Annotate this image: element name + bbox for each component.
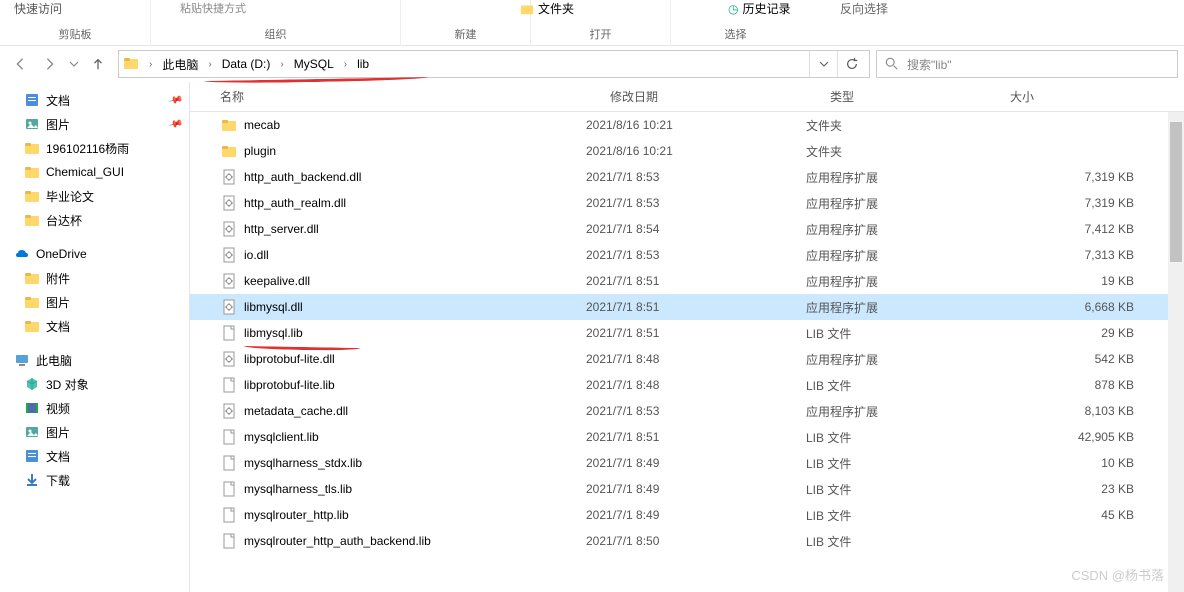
ribbon-invert-label[interactable]: 反向选择	[840, 2, 888, 16]
file-row[interactable]: http_server.dll2021/7/1 8:54应用程序扩展7,412 …	[190, 216, 1184, 242]
crumb-thispc[interactable]: 此电脑	[158, 54, 202, 75]
folder-icon	[220, 116, 238, 134]
lib-icon	[220, 480, 238, 498]
refresh-button[interactable]	[837, 51, 865, 77]
ribbon-select-label: 选择	[725, 26, 747, 46]
sidebar-item[interactable]: 下载	[0, 468, 189, 492]
dll-icon	[220, 246, 238, 264]
file-row[interactable]: mecab2021/8/16 10:21文件夹	[190, 112, 1184, 138]
file-row[interactable]: mysqlharness_stdx.lib2021/7/1 8:49LIB 文件…	[190, 450, 1184, 476]
col-date[interactable]: 修改日期	[610, 88, 830, 105]
sidebar-item[interactable]: 视频	[0, 396, 189, 420]
file-row[interactable]: http_auth_backend.dll2021/7/1 8:53应用程序扩展…	[190, 164, 1184, 190]
pin-icon: 📌	[167, 116, 183, 132]
search-placeholder: 搜索"lib"	[907, 56, 952, 73]
quick-access-label: 快速访问	[14, 0, 62, 17]
chevron-icon[interactable]: ›	[274, 59, 289, 70]
address-bar[interactable]: › 此电脑 › Data (D:) › MySQL › lib	[118, 50, 870, 78]
ribbon-folder-label[interactable]: 文件夹	[538, 0, 574, 17]
back-button[interactable]	[6, 50, 34, 78]
file-row[interactable]: libmysql.dll2021/7/1 8:51应用程序扩展6,668 KB	[190, 294, 1184, 320]
file-row[interactable]: io.dll2021/7/1 8:53应用程序扩展7,313 KB	[190, 242, 1184, 268]
file-row[interactable]: http_auth_realm.dll2021/7/1 8:53应用程序扩展7,…	[190, 190, 1184, 216]
dll-icon	[220, 350, 238, 368]
chevron-icon[interactable]: ›	[143, 59, 158, 70]
ribbon: 粘贴快捷方式剪贴板 组织 文件夹新建 ◷历史记录打开 反向选择选择	[0, 0, 1184, 46]
lib-icon	[220, 506, 238, 524]
dll-icon	[220, 402, 238, 420]
crumb-lib[interactable]: lib	[353, 55, 373, 73]
crumb-drive[interactable]: Data (D:)	[218, 55, 275, 73]
ribbon-organize-label: 组织	[265, 26, 287, 46]
sidebar-item[interactable]: 图片	[0, 420, 189, 444]
file-row[interactable]: mysqlrouter_http_auth_backend.lib2021/7/…	[190, 528, 1184, 554]
file-list: mecab2021/8/16 10:21文件夹plugin2021/8/16 1…	[190, 112, 1184, 592]
shortcut-label: 粘贴快捷方式	[180, 0, 246, 20]
sidebar-item[interactable]: 文档	[0, 444, 189, 468]
search-icon	[885, 57, 899, 71]
ribbon-new-label: 新建	[455, 26, 477, 46]
dll-icon	[220, 168, 238, 186]
sidebar-item[interactable]: 附件	[0, 266, 189, 290]
sidebar-item[interactable]: 图片	[0, 290, 189, 314]
sidebar-onedrive[interactable]: OneDrive	[0, 242, 189, 266]
file-row[interactable]: keepalive.dll2021/7/1 8:51应用程序扩展19 KB	[190, 268, 1184, 294]
dll-icon	[220, 298, 238, 316]
nav-bar: › 此电脑 › Data (D:) › MySQL › lib 搜索"lib"	[0, 46, 1184, 82]
lib-icon	[220, 324, 238, 342]
lib-icon	[220, 376, 238, 394]
sidebar-item[interactable]: 196102116杨雨	[0, 136, 189, 160]
up-button[interactable]	[84, 50, 112, 78]
sidebar-item[interactable]: 文档📌	[0, 88, 189, 112]
lib-icon	[220, 454, 238, 472]
file-row[interactable]: libprotobuf-lite.dll2021/7/1 8:48应用程序扩展5…	[190, 346, 1184, 372]
scrollbar[interactable]	[1168, 112, 1184, 592]
file-row[interactable]: mysqlharness_tls.lib2021/7/1 8:49LIB 文件2…	[190, 476, 1184, 502]
sidebar-item[interactable]: 3D 对象	[0, 372, 189, 396]
file-row[interactable]: libprotobuf-lite.lib2021/7/1 8:48LIB 文件8…	[190, 372, 1184, 398]
file-row[interactable]: metadata_cache.dll2021/7/1 8:53应用程序扩展8,1…	[190, 398, 1184, 424]
crumb-mysql[interactable]: MySQL	[290, 55, 338, 73]
ribbon-clipboard-label: 剪贴板	[59, 26, 92, 46]
folder-icon	[123, 55, 139, 74]
sidebar-item[interactable]: Chemical_GUI	[0, 160, 189, 184]
ribbon-open-label: 打开	[590, 26, 612, 46]
sidebar-item[interactable]: 台达杯	[0, 208, 189, 232]
sidebar: 文档📌图片📌196102116杨雨Chemical_GUI毕业论文台达杯 One…	[0, 82, 190, 592]
sidebar-item[interactable]: 毕业论文	[0, 184, 189, 208]
forward-button[interactable]	[36, 50, 64, 78]
dll-icon	[220, 272, 238, 290]
columns-header: 名称 修改日期 类型 大小	[190, 82, 1184, 112]
dll-icon	[220, 220, 238, 238]
folder-icon	[220, 142, 238, 160]
file-row[interactable]: libmysql.lib2021/7/1 8:51LIB 文件29 KB	[190, 320, 1184, 346]
search-input[interactable]: 搜索"lib"	[876, 50, 1178, 78]
chevron-icon[interactable]: ›	[202, 59, 217, 70]
file-row[interactable]: plugin2021/8/16 10:21文件夹	[190, 138, 1184, 164]
address-dropdown[interactable]	[809, 51, 837, 77]
scroll-thumb[interactable]	[1170, 122, 1182, 262]
sidebar-item[interactable]: 图片📌	[0, 112, 189, 136]
sidebar-item[interactable]: 文档	[0, 314, 189, 338]
col-name[interactable]: 名称	[220, 88, 610, 105]
col-size[interactable]: 大小	[1010, 88, 1184, 105]
file-row[interactable]: mysqlclient.lib2021/7/1 8:51LIB 文件42,905…	[190, 424, 1184, 450]
col-type[interactable]: 类型	[830, 88, 1010, 105]
content-area: 名称 修改日期 类型 大小 mecab2021/8/16 10:21文件夹plu…	[190, 82, 1184, 592]
file-row[interactable]: mysqlrouter_http.lib2021/7/1 8:49LIB 文件4…	[190, 502, 1184, 528]
lib-icon	[220, 428, 238, 446]
dll-icon	[220, 194, 238, 212]
sidebar-thispc[interactable]: 此电脑	[0, 348, 189, 372]
lib-icon	[220, 532, 238, 550]
history-dropdown[interactable]	[66, 50, 82, 78]
ribbon-history-label[interactable]: 历史记录	[742, 0, 790, 17]
pin-icon: 📌	[167, 92, 183, 108]
chevron-icon[interactable]: ›	[338, 59, 353, 70]
